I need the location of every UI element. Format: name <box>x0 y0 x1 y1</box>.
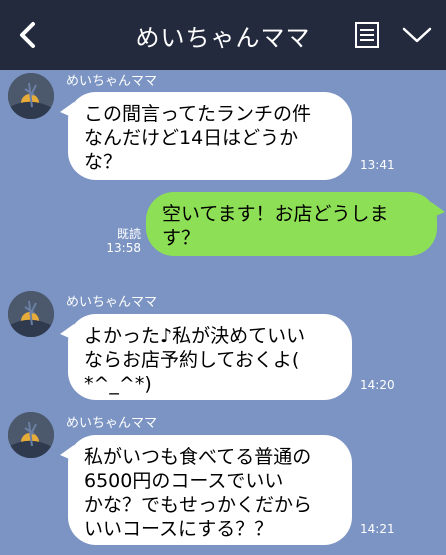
dropdown-button[interactable] <box>400 18 434 52</box>
avatar-image <box>8 291 54 337</box>
message-time: 14:20 <box>360 378 395 392</box>
menu-icon <box>355 22 379 48</box>
outgoing-message-1[interactable]: 空いてます！お店どうしま す？ <box>146 192 445 256</box>
header-bar: めいちゃんママ <box>0 0 446 70</box>
message-time: 14:21 <box>360 522 395 536</box>
chevron-down-icon <box>402 27 432 43</box>
menu-button[interactable] <box>350 18 384 52</box>
message-time: 13:41 <box>360 158 395 172</box>
avatar-image <box>8 412 54 458</box>
sender-name: めいちゃんママ <box>66 74 158 89</box>
incoming-message-3[interactable]: 私がいつも食べてる普通の 6500円のコースでいい かな？でもせっかくだから い… <box>60 435 352 545</box>
message-time: 13:58 <box>106 241 141 255</box>
avatar[interactable] <box>8 291 54 337</box>
incoming-message-1[interactable]: この間言ってたランチの件 なんだけど14日はどうか な？ <box>60 92 352 180</box>
sender-name: めいちゃんママ <box>66 295 158 310</box>
sender-name: めいちゃんママ <box>66 416 158 431</box>
avatar-image <box>8 73 54 119</box>
avatar[interactable] <box>8 412 54 458</box>
read-label: 既読 <box>116 227 141 241</box>
avatar[interactable] <box>8 73 54 119</box>
chat-area: めいちゃんママ この間言ってたランチの件 なんだけど14日はどうか な？ 13:… <box>0 70 446 555</box>
incoming-message-2[interactable]: よかった♪私が決めていい ならお店予約しておくよ( *^_^*) <box>60 314 352 400</box>
